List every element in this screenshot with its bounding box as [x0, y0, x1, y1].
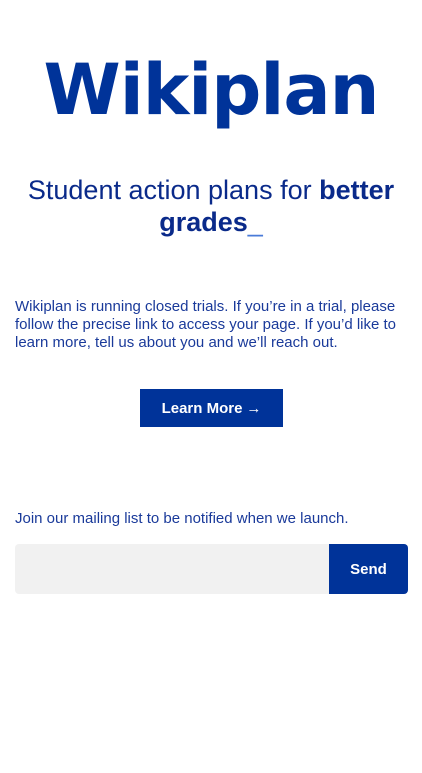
- arrow-right-icon: →: [246, 399, 262, 417]
- tagline: Student action plans for better grades_: [8, 174, 414, 238]
- send-button[interactable]: Send: [329, 544, 408, 594]
- mailing-list-text: Join our mailing list to be notified whe…: [15, 510, 349, 527]
- learn-more-button[interactable]: Learn More →: [140, 389, 283, 427]
- email-input[interactable]: [15, 544, 329, 594]
- tagline-regular: Student action plans for: [27, 175, 320, 205]
- learn-more-label: Learn More: [161, 399, 243, 417]
- logo: Wikiplan: [43, 49, 380, 131]
- intro-text: Wikiplan is running closed trials. If yo…: [15, 298, 397, 351]
- landing-page: Wikiplan Student action plans for better…: [0, 0, 422, 773]
- tagline-bold-2: grades: [159, 207, 248, 237]
- tagline-bold-1: better: [319, 175, 395, 205]
- tagline-cursor: _: [247, 207, 263, 237]
